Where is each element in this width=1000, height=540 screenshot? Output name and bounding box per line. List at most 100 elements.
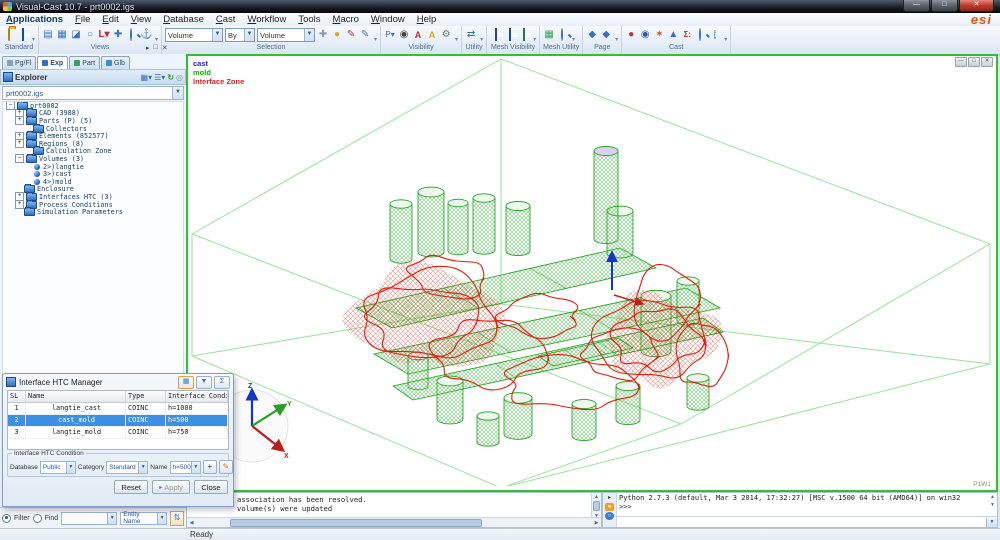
collapse-all-icon[interactable]: ◎ [176, 73, 183, 82]
tree-item-simulation-parameters[interactable]: Simulation Parameters [3, 208, 183, 216]
group-expand-icon[interactable]: ▾ [724, 36, 727, 43]
cast-check-icon[interactable] [695, 29, 707, 41]
tree-item-3-cast[interactable]: 3>)cast [3, 170, 183, 178]
view-ellipse-icon[interactable]: ○ [84, 29, 96, 41]
cast-info-icon[interactable]: i [709, 29, 721, 41]
open-icon[interactable] [3, 29, 15, 41]
group-expand-icon[interactable]: ▾ [615, 36, 618, 43]
menu-applications[interactable]: Applications [0, 14, 69, 25]
view-shaded-icon[interactable]: ▦ [56, 29, 68, 41]
mesh-save3-icon[interactable] [518, 29, 530, 41]
view-wireframe-icon[interactable]: ▤ [42, 29, 54, 41]
collapse-icon[interactable]: − [6, 101, 15, 110]
view-iso-icon[interactable]: ◪ [70, 29, 82, 41]
chat-icon[interactable]: ● [605, 503, 614, 511]
page-prev-icon[interactable]: ◆ [586, 29, 598, 41]
col-interface-condition[interactable]: Interface Condi... [166, 391, 228, 402]
measure-icon[interactable]: ⇄ [465, 29, 477, 41]
tab-exp[interactable]: Exp [37, 56, 68, 69]
entity-type-combo[interactable]: Entity Name▼ [120, 512, 167, 525]
zoom-icon[interactable] [126, 29, 138, 41]
mesh-check-icon[interactable] [557, 29, 569, 41]
find-radio[interactable] [33, 514, 42, 523]
cast-tri-icon[interactable]: ▲ [667, 29, 679, 41]
view-mode-icon[interactable]: ▦▾ [141, 73, 153, 82]
refresh-icon[interactable]: ↻ [167, 73, 174, 82]
menu-edit[interactable]: Edit [96, 14, 124, 25]
filter-radio[interactable] [2, 514, 11, 523]
menu-macro[interactable]: Macro [327, 14, 365, 25]
pin-icon[interactable]: ▸ [146, 44, 150, 52]
col-name[interactable]: Name [26, 391, 126, 402]
mdi-restore-icon[interactable]: □ [968, 57, 980, 67]
select-pen-red-icon[interactable]: ✎ [345, 29, 357, 41]
expand-icon[interactable]: + [15, 116, 24, 125]
model-file-combo[interactable]: prt0002.igs▼ [2, 86, 184, 100]
eye-icon[interactable]: ◉ [398, 29, 410, 41]
anchor-icon[interactable]: ⚓ [140, 29, 152, 41]
menu-window[interactable]: Window [365, 14, 411, 25]
expand-icon[interactable]: + [15, 200, 24, 209]
globe-icon[interactable]: ○ [605, 512, 614, 520]
tab-pg-fl[interactable]: Pg/Fl [2, 56, 36, 69]
dialog-filter-icon[interactable]: ▼ [196, 376, 212, 389]
select-sphere-icon[interactable]: ● [331, 29, 343, 41]
name-combo[interactable]: h=500▼ [170, 461, 201, 474]
cast-star-icon[interactable]: ✶ [653, 29, 665, 41]
cast-sum-icon[interactable]: Σ: [681, 29, 693, 41]
tree-item-2-langtie[interactable]: 2>)langtie [3, 163, 183, 171]
col-sl[interactable]: SL [8, 391, 26, 402]
edit-condition-button[interactable]: ✎ [219, 460, 233, 474]
mdi-close-icon[interactable]: ✕ [981, 57, 993, 67]
menu-workflow[interactable]: Workflow [241, 14, 292, 25]
selection-target-combo[interactable]: Volume▼ [165, 28, 223, 42]
select-cross-icon[interactable]: ✚ [317, 29, 329, 41]
tree-item-volumes-3[interactable]: −Volumes (3) [3, 155, 183, 163]
save-icon[interactable] [17, 29, 29, 41]
menu-cast[interactable]: Cast [210, 14, 242, 25]
label-red-icon[interactable]: A [412, 29, 424, 41]
cast-point-icon[interactable]: ● [625, 29, 637, 41]
menu-database[interactable]: Database [157, 14, 210, 25]
console-vscrollbar[interactable]: ▲▼ [988, 493, 997, 509]
sort-icon[interactable]: ☰▾ [154, 73, 165, 82]
float-icon[interactable]: □ [154, 44, 158, 52]
selection-mode-combo[interactable]: Volume▼ [257, 28, 315, 42]
page-next-icon[interactable]: ◆ [600, 29, 612, 41]
database-combo[interactable]: Public▼ [40, 461, 76, 474]
mesh-box-icon[interactable]: ▦ [543, 29, 555, 41]
gear-icon[interactable]: ⚙ [440, 29, 452, 41]
group-expand-icon[interactable]: ▾ [32, 36, 35, 43]
tab-part[interactable]: Part [69, 56, 100, 69]
collapse-icon[interactable]: − [15, 154, 24, 163]
mesh-save2-icon[interactable] [504, 29, 516, 41]
col-type[interactable]: Type [126, 391, 166, 402]
menu-view[interactable]: View [125, 14, 157, 25]
python-input[interactable]: ▼ [617, 516, 997, 527]
group-expand-icon[interactable]: ▾ [572, 36, 575, 43]
dialog-table-icon[interactable]: ▦ [178, 376, 194, 389]
message-hscrollbar[interactable]: ◀▶ [187, 517, 601, 527]
menu-tools[interactable]: Tools [292, 14, 326, 25]
group-expand-icon[interactable]: ▾ [155, 36, 158, 43]
cast-globe-icon[interactable]: ◉ [639, 29, 651, 41]
expand-icon[interactable]: + [15, 139, 24, 148]
run-icon[interactable]: ▸ [605, 494, 614, 502]
menu-help[interactable]: Help [411, 14, 443, 25]
reset-button[interactable]: Reset [114, 480, 148, 494]
htc-row-langtie-mold[interactable]: 3langtie_moldCOINCh=750 [8, 427, 228, 439]
filter-input-combo[interactable]: ▼ [61, 512, 117, 525]
label-orange-icon[interactable]: A [426, 29, 438, 41]
dialog-title-bar[interactable]: Interface HTC Manager ▦ ▼ Σ [3, 374, 233, 390]
minimize-button[interactable]: — [903, 0, 930, 12]
group-expand-icon[interactable]: ▾ [374, 36, 377, 43]
category-combo[interactable]: Standard▼ [106, 461, 148, 474]
apply-filter-icon[interactable]: ⇅ [170, 511, 184, 526]
mesh-canvas[interactable]: Z Y X [188, 56, 992, 486]
select-pen-blue-icon[interactable]: ✎ [359, 29, 371, 41]
dialog-sum-icon[interactable]: Σ [214, 376, 230, 389]
add-condition-button[interactable]: + [203, 460, 217, 474]
panel-close-icon[interactable]: ✕ [162, 44, 168, 52]
close-button[interactable]: ✕ [959, 0, 994, 12]
mdi-minimize-icon[interactable]: — [955, 57, 967, 67]
